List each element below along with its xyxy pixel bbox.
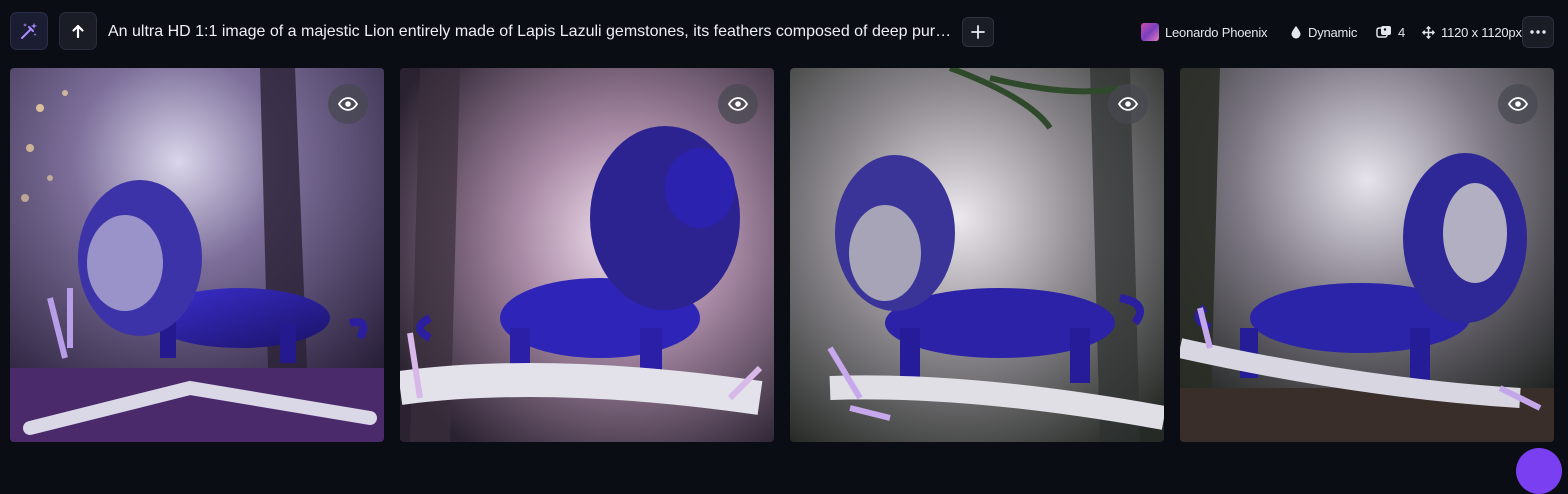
eye-icon	[338, 97, 358, 111]
image-count-info: 4	[1376, 22, 1405, 42]
prompt-text[interactable]: An ultra HD 1:1 image of a majestic Lion…	[108, 21, 956, 43]
model-name: Leonardo Phoenix	[1165, 24, 1268, 40]
lion-image-2	[400, 68, 774, 442]
plus-icon	[971, 25, 985, 39]
generated-image-4[interactable]	[1180, 68, 1554, 442]
move-arrows-icon	[1422, 25, 1435, 39]
image-count: 4	[1398, 24, 1406, 40]
upload-button[interactable]	[59, 12, 97, 50]
lion-image-4	[1180, 68, 1554, 442]
generation-toolbar: An ultra HD 1:1 image of a majestic Lion…	[0, 0, 1568, 64]
dimensions-info: 1120 x 1120px	[1422, 22, 1522, 42]
droplet-icon	[1291, 26, 1301, 39]
eye-icon	[1118, 97, 1138, 111]
style-name: Dynamic	[1308, 24, 1358, 40]
eye-icon	[728, 97, 748, 111]
images-icon	[1376, 26, 1391, 38]
floating-action-button[interactable]	[1516, 448, 1562, 494]
image-dimensions: 1120 x 1120px	[1441, 24, 1522, 40]
generated-image-1[interactable]	[10, 68, 384, 442]
arrow-up-icon	[72, 24, 84, 39]
model-thumbnail	[1141, 23, 1159, 41]
prompt-magic-button[interactable]	[10, 12, 48, 50]
add-button[interactable]	[962, 17, 994, 47]
preview-button[interactable]	[328, 84, 368, 124]
generated-image-3[interactable]	[790, 68, 1164, 442]
more-options-button[interactable]	[1522, 16, 1554, 48]
preview-button[interactable]	[718, 84, 758, 124]
more-horizontal-icon	[1530, 30, 1546, 34]
generated-image-2[interactable]	[400, 68, 774, 442]
lion-image-1	[10, 68, 384, 442]
style-info: Dynamic	[1290, 22, 1357, 42]
magic-wand-icon	[21, 23, 37, 39]
lion-image-3	[790, 68, 1164, 442]
eye-icon	[1508, 97, 1528, 111]
preview-button[interactable]	[1498, 84, 1538, 124]
model-info: Leonardo Phoenix	[1141, 22, 1268, 42]
preview-button[interactable]	[1108, 84, 1148, 124]
